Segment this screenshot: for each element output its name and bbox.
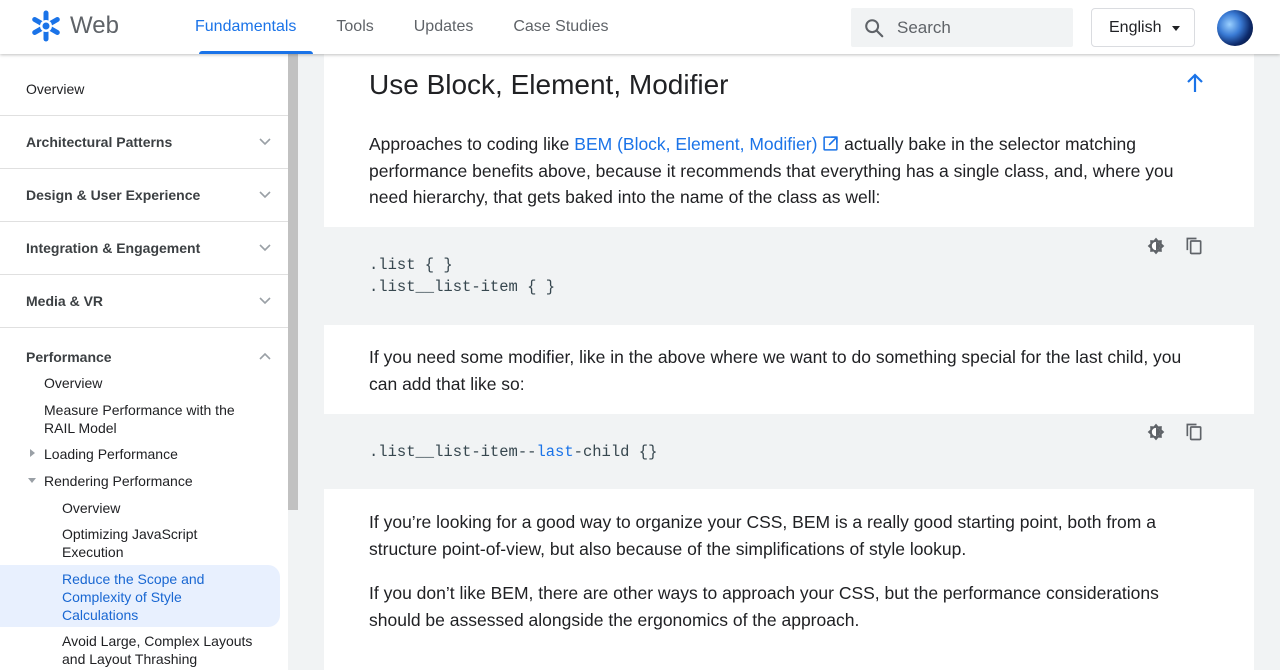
- page-scrollbar-track[interactable]: [1254, 54, 1280, 670]
- text-line: If you don’t like BEM, there are other w…: [369, 583, 1159, 603]
- code-run: -child {}: [573, 443, 658, 461]
- text-line: need hierarchy, that gets baked into the…: [369, 187, 881, 207]
- sidebar-item-label: Avoid Large, Complex Layouts: [62, 633, 253, 649]
- language-select[interactable]: English: [1091, 8, 1195, 47]
- text-line: structure point-of-view, but also becaus…: [369, 538, 967, 559]
- code-line: .list__list-item { }: [369, 278, 556, 296]
- chevron-down-icon: [259, 244, 271, 252]
- copy-icon[interactable]: [1184, 236, 1204, 256]
- text-run: actually bake in the selector matching: [839, 134, 1136, 154]
- sidebar-item-label: RAIL Model: [44, 420, 117, 436]
- paragraph-alternatives: If you don’t like BEM, there are other w…: [369, 580, 1159, 633]
- code-keyword: last: [536, 443, 574, 461]
- sidebar-item-label: Design & User Experience: [26, 187, 201, 203]
- text-line: If you’re looking for a good way to orga…: [369, 512, 1156, 532]
- text-line: performance benefits above, because it r…: [369, 160, 1174, 181]
- expand-down-icon[interactable]: [28, 478, 36, 483]
- sidebar-item-avoid-layouts[interactable]: Avoid Large, Complex Layouts and Layout …: [62, 632, 252, 668]
- top-header: Web Fundamentals Tools Updates Case Stud…: [0, 0, 1280, 54]
- sidebar-item-rendering-performance[interactable]: Rendering Performance: [44, 472, 193, 490]
- sidebar-item-media-vr[interactable]: Media & VR: [0, 275, 288, 328]
- nav-fundamentals[interactable]: Fundamentals: [178, 0, 314, 54]
- language-label: English: [1109, 18, 1162, 36]
- sidebar-item-label: Execution: [62, 544, 124, 560]
- search-box[interactable]: [851, 8, 1073, 47]
- caret-down-icon: [1172, 26, 1180, 31]
- code-run: .list__list-item--: [369, 443, 537, 461]
- code-block-2: .list__list-item--last-child {}: [324, 414, 1254, 489]
- nav-case-studies[interactable]: Case Studies: [496, 0, 625, 54]
- sidebar-item-label: Performance: [26, 348, 112, 365]
- sidebar-item-reduce-scope[interactable]: Reduce the Scope and Complexity of Style…: [62, 570, 204, 624]
- paragraph-bem-intro: Approaches to coding like BEM (Block, El…: [369, 131, 1173, 211]
- chevron-down-icon: [259, 191, 271, 199]
- sidebar-item-architectural-patterns[interactable]: Architectural Patterns: [0, 116, 288, 169]
- sidebar-item-label: Optimizing JavaScript: [62, 526, 198, 542]
- sidebar-item-overview[interactable]: Overview: [0, 63, 288, 116]
- code-line: .list { }: [369, 256, 453, 274]
- code-text: .list { } .list__list-item { }: [369, 254, 555, 298]
- paragraph-modifier: If you need some modifier, like in the a…: [369, 344, 1181, 397]
- sidebar-item-label: Media & VR: [26, 293, 104, 309]
- sidebar: Overview Architectural Patterns Design &…: [0, 54, 298, 670]
- sidebar-item-label: Reduce the Scope and: [62, 571, 205, 587]
- paragraph-organize: If you’re looking for a good way to orga…: [369, 509, 1156, 562]
- sidebar-item-integration-engagement[interactable]: Integration & Engagement: [0, 222, 288, 275]
- sidebar-item-perf-overview[interactable]: Overview: [44, 374, 102, 392]
- sidebar-item-rendering-overview[interactable]: Overview: [62, 499, 120, 517]
- search-input[interactable]: [897, 17, 1057, 38]
- nav-tools[interactable]: Tools: [319, 0, 390, 54]
- site-logo[interactable]: Web: [30, 10, 119, 42]
- avatar[interactable]: [1217, 10, 1253, 46]
- sidebar-item-label: Measure Performance with the: [44, 402, 235, 418]
- back-to-top-icon[interactable]: [1183, 71, 1207, 95]
- sidebar-item-label: and Layout Thrashing: [62, 651, 198, 667]
- sidebar-item-loading-performance[interactable]: Loading Performance: [44, 445, 178, 463]
- chevron-down-icon: [259, 138, 271, 146]
- sidebar-item-label: Architectural Patterns: [26, 134, 173, 150]
- dark-mode-toggle-icon[interactable]: [1146, 236, 1166, 256]
- bem-link[interactable]: BEM (Block, Element, Modifier): [574, 134, 817, 154]
- article-content: Use Block, Element, Modifier Approaches …: [324, 54, 1254, 670]
- sidebar-item-rail-model[interactable]: Measure Performance with the RAIL Model: [44, 401, 235, 437]
- code-text: .list__list-item--last-child {}: [369, 441, 657, 463]
- sidebar-item-label: Integration & Engagement: [26, 240, 201, 256]
- dark-mode-toggle-icon[interactable]: [1146, 422, 1166, 442]
- web-logo-icon: [32, 10, 60, 42]
- sidebar-item-label: Calculations: [62, 607, 139, 623]
- sidebar-item-label: Complexity of Style: [62, 589, 182, 605]
- external-link-icon[interactable]: [822, 135, 839, 152]
- expand-right-icon[interactable]: [30, 449, 35, 457]
- code-block-1: .list { } .list__list-item { }: [324, 227, 1254, 325]
- copy-icon[interactable]: [1184, 422, 1204, 442]
- search-icon: [865, 18, 884, 37]
- text-line: If you need some modifier, like in the a…: [369, 347, 1182, 367]
- chevron-down-icon: [259, 297, 271, 305]
- nav-updates[interactable]: Updates: [397, 0, 491, 54]
- sidebar-item-label: Overview: [26, 81, 85, 97]
- text-line: can add that like so:: [369, 373, 525, 394]
- top-nav: Fundamentals Tools Updates Case Studies: [178, 0, 626, 54]
- text-line: should be assessed alongside the ergonom…: [369, 609, 860, 630]
- text-run: Approaches to coding like: [369, 134, 575, 154]
- logo-text: Web: [70, 12, 119, 39]
- sidebar-item-design-ux[interactable]: Design & User Experience: [0, 169, 288, 222]
- sidebar-item-optimizing-js[interactable]: Optimizing JavaScript Execution: [62, 525, 197, 561]
- chevron-up-icon: [259, 352, 271, 360]
- section-heading: Use Block, Element, Modifier: [369, 69, 729, 100]
- sidebar-scrollbar-thumb[interactable]: [288, 54, 298, 510]
